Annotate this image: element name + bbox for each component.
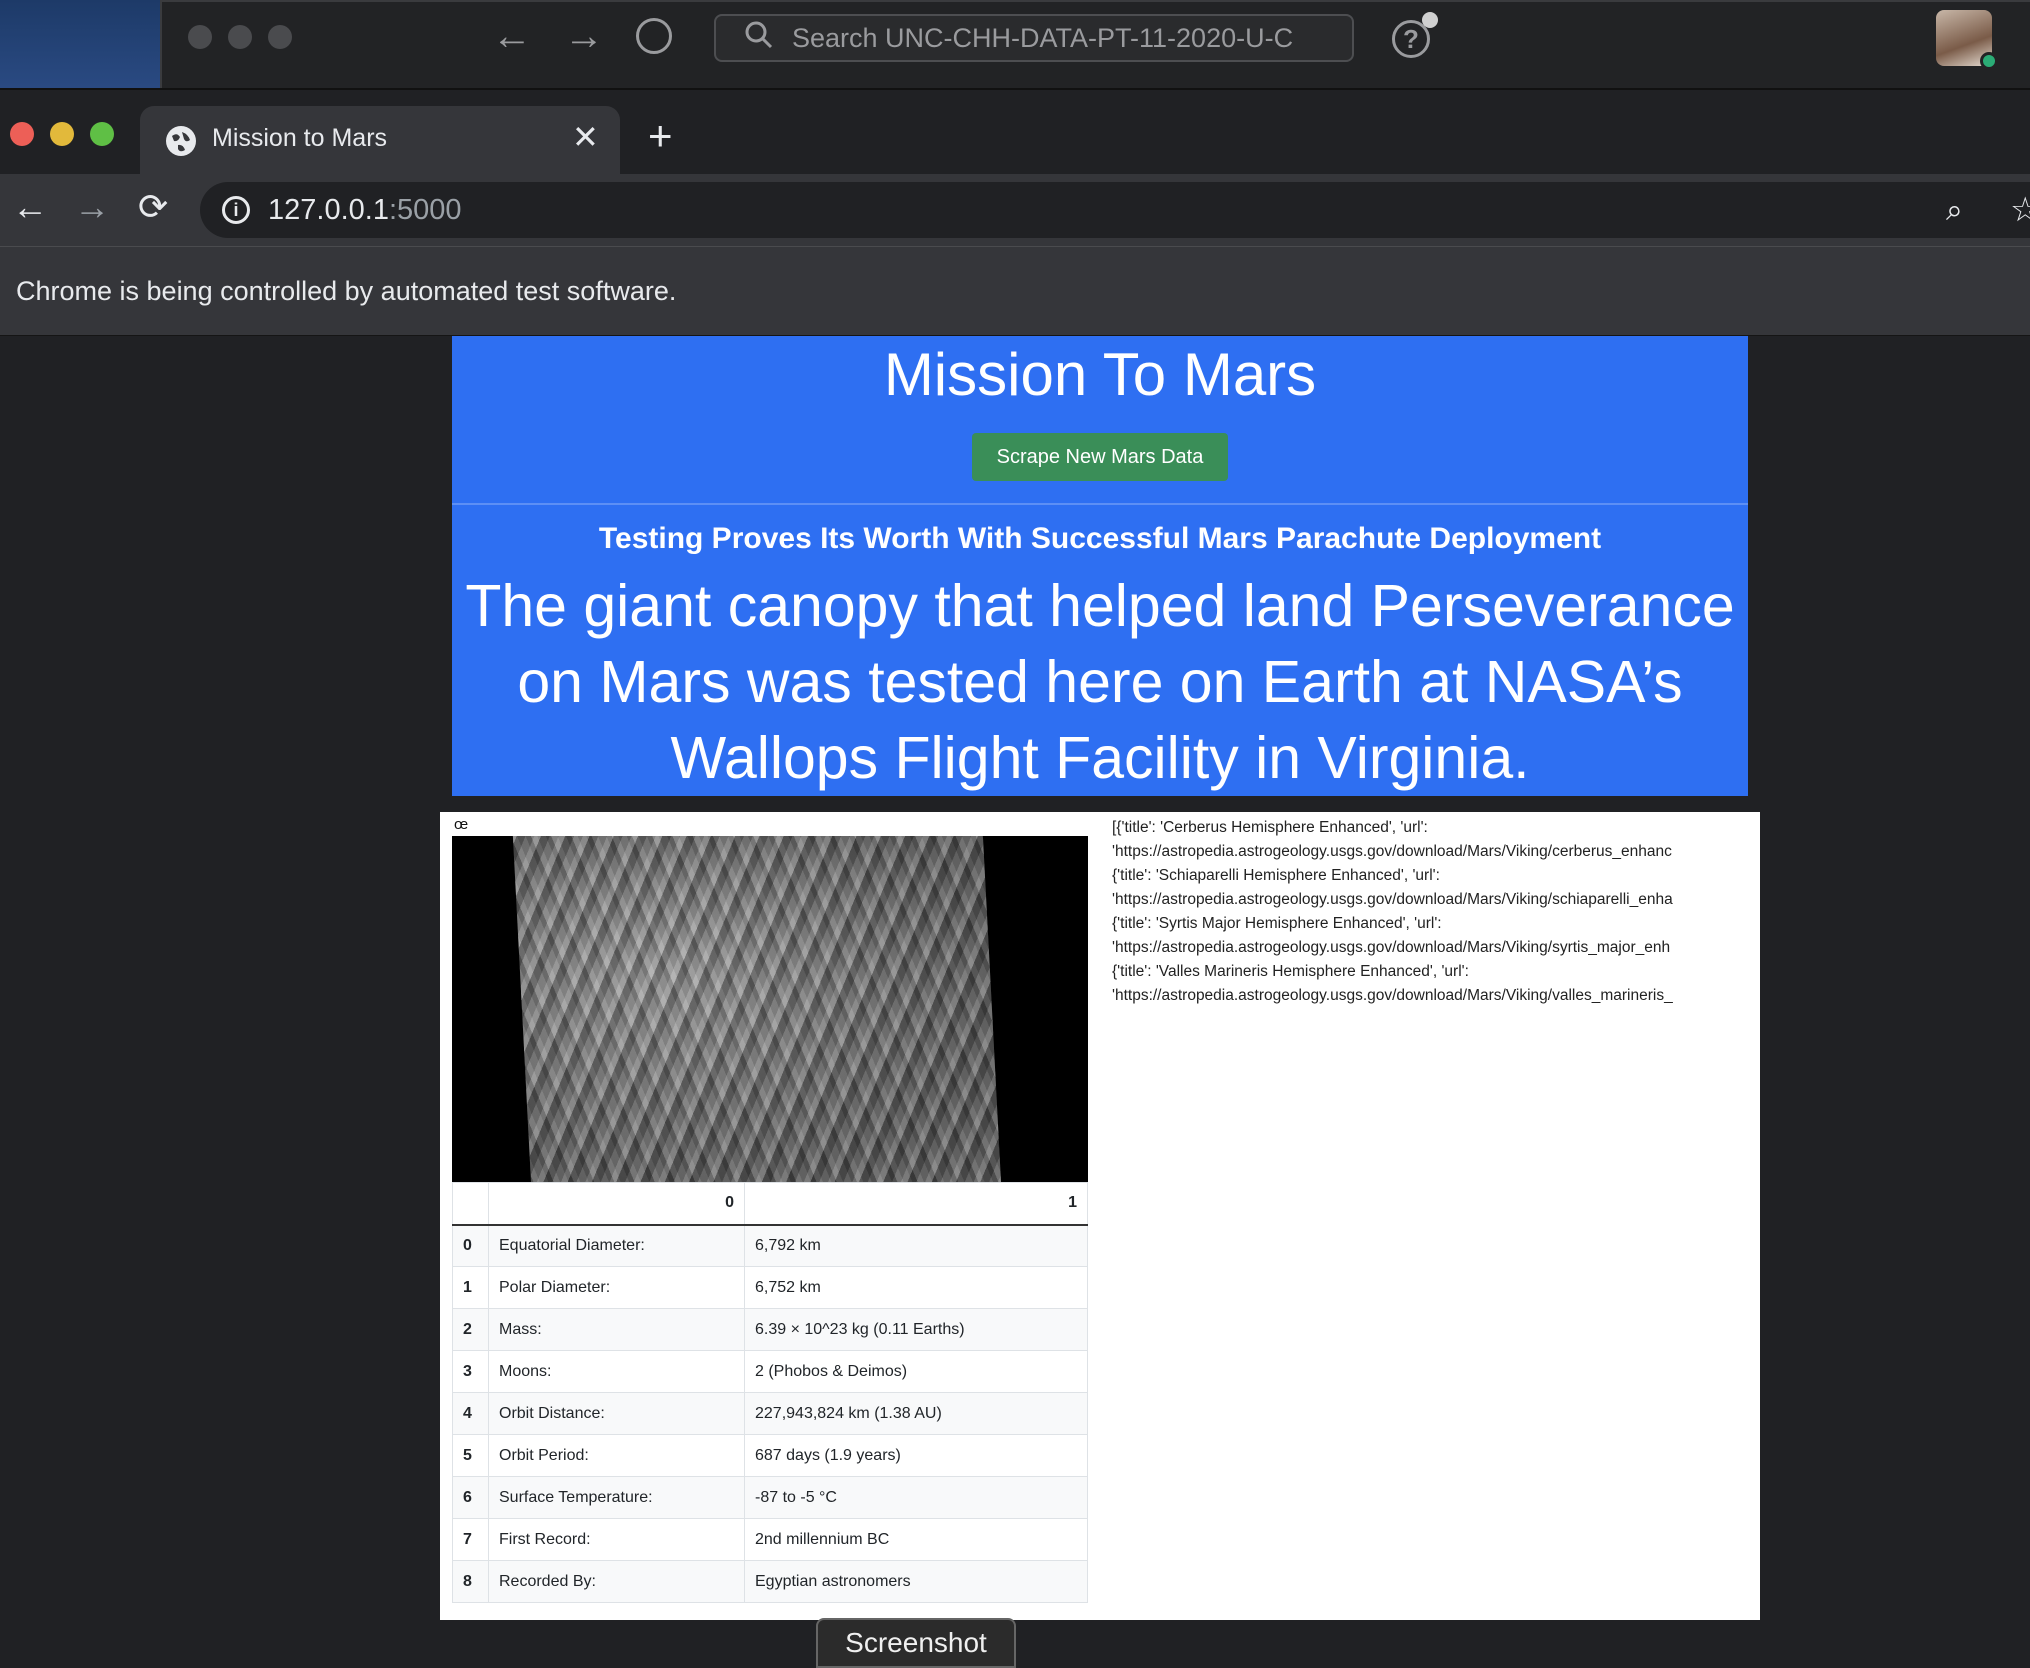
- table-row: 5 Orbit Period: 687 days (1.9 years): [452, 1434, 1088, 1477]
- window-close-button[interactable]: [10, 122, 34, 146]
- reload-icon[interactable]: ⟳: [138, 186, 168, 228]
- row-index: 7: [452, 1518, 489, 1561]
- row-index: 8: [452, 1560, 489, 1603]
- bg-close-dot[interactable]: [188, 25, 212, 49]
- table-row: 2 Mass: 6.39 × 10^23 kg (0.11 Earths): [452, 1308, 1088, 1351]
- fact-value: 6.39 × 10^23 kg (0.11 Earths): [744, 1308, 1088, 1351]
- fact-value: 6,792 km: [744, 1224, 1088, 1267]
- fact-value: 687 days (1.9 years): [744, 1434, 1088, 1477]
- window-maximize-button[interactable]: [90, 122, 114, 146]
- fact-label: Surface Temperature:: [488, 1476, 745, 1519]
- address-bar[interactable]: [200, 182, 2030, 238]
- fact-label: Mass:: [488, 1308, 745, 1351]
- globe-icon: [166, 126, 196, 156]
- table-header-row: 0 1: [452, 1182, 1088, 1226]
- bg-maximize-dot[interactable]: [268, 25, 292, 49]
- bg-notification-dot: [1422, 12, 1438, 28]
- news-title: Testing Proves Its Worth With Successful…: [598, 522, 1602, 555]
- new-tab-icon[interactable]: +: [648, 112, 673, 160]
- hemispheres-data-text: [{'title': 'Cerberus Hemisphere Enhanced…: [1112, 819, 1673, 1004]
- window-minimize-button[interactable]: [50, 122, 74, 146]
- fact-label: Moons:: [488, 1350, 745, 1393]
- row-index: 6: [452, 1476, 489, 1519]
- fact-value: 6,752 km: [744, 1266, 1088, 1309]
- table-row: 7 First Record: 2nd millennium BC: [452, 1518, 1088, 1561]
- stray-character: œ: [454, 816, 469, 833]
- table-row: 3 Moons: 2 (Phobos & Deimos): [452, 1350, 1088, 1393]
- fact-value: Egyptian astronomers: [744, 1560, 1088, 1603]
- back-arrow-icon[interactable]: ←: [12, 186, 48, 228]
- site-info-icon[interactable]: i: [222, 196, 250, 224]
- bg-history-icon[interactable]: [636, 18, 672, 54]
- row-index: 4: [452, 1392, 489, 1435]
- fact-value: -87 to -5 °C: [744, 1476, 1088, 1519]
- scrape-button[interactable]: Scrape New Mars Data: [972, 433, 1228, 481]
- fact-label: Orbit Distance:: [488, 1392, 745, 1435]
- row-index: 5: [452, 1434, 489, 1477]
- forward-arrow-icon[interactable]: →: [74, 186, 110, 228]
- table-header-cell: 0: [488, 1182, 745, 1226]
- news-paragraph: The giant canopy that helped land Persev…: [465, 573, 1735, 791]
- table-row: 6 Surface Temperature: -87 to -5 °C: [452, 1476, 1088, 1519]
- infobar-message: Chrome is being controlled by automated …: [16, 276, 677, 306]
- table-body: 0 Equatorial Diameter: 6,792 km 1 Polar Diam…: [452, 1224, 1088, 1603]
- fact-value: 2 (Phobos & Deimos): [744, 1350, 1088, 1393]
- divider: [452, 503, 1748, 505]
- featured-mars-image: [452, 836, 1088, 1182]
- fact-label: Recorded By:: [488, 1560, 745, 1603]
- tab-close-icon[interactable]: ✕: [572, 118, 599, 156]
- row-index: 3: [452, 1350, 489, 1393]
- online-status-dot: [1980, 52, 1998, 70]
- fact-value: 227,943,824 km (1.38 AU): [744, 1392, 1088, 1435]
- page-title: Mission To Mars: [883, 341, 1317, 408]
- table-row: 8 Recorded By: Egyptian astronomers: [452, 1560, 1088, 1603]
- mars-facts-table: 0 1 0 Equatorial Diameter: 6,792 km 1 Polar …: [452, 1182, 1088, 1603]
- fact-label: Equatorial Diameter:: [488, 1224, 745, 1267]
- bg-forward-arrow-icon[interactable]: →: [564, 14, 604, 59]
- screenshot-button[interactable]: Screenshot: [816, 1618, 1016, 1668]
- tab-title: Mission to Mars: [212, 124, 388, 152]
- desktop-wallpaper: [0, 0, 160, 88]
- bg-search-field[interactable]: Search UNC-CHH-DATA-PT-11-2020-U-C: [714, 14, 1354, 62]
- zoom-icon[interactable]: ⌕: [1946, 194, 1963, 228]
- bg-minimize-dot[interactable]: [228, 25, 252, 49]
- row-index: 2: [452, 1308, 489, 1351]
- bookmark-star-icon[interactable]: ☆: [2010, 190, 2030, 230]
- fact-label: Polar Diameter:: [488, 1266, 745, 1309]
- fact-label: Orbit Period:: [488, 1434, 745, 1477]
- table-row: 4 Orbit Distance: 227,943,824 km (1.38 AU): [452, 1392, 1088, 1435]
- bg-back-arrow-icon[interactable]: ←: [492, 14, 532, 59]
- mars-surface-strip: [512, 836, 1002, 1182]
- url-text: 127.0.0.1:5000: [268, 194, 462, 226]
- bg-search-icon: [745, 21, 773, 49]
- table-header-cell: [452, 1182, 489, 1226]
- table-header-cell: 1: [744, 1182, 1088, 1226]
- fact-value: 2nd millennium BC: [744, 1518, 1088, 1561]
- table-row: 1 Polar Diameter: 6,752 km: [452, 1266, 1088, 1309]
- row-index: 1: [452, 1266, 489, 1309]
- table-row: 0 Equatorial Diameter: 6,792 km: [452, 1224, 1088, 1267]
- row-index: 0: [452, 1224, 489, 1267]
- fact-label: First Record:: [488, 1518, 745, 1561]
